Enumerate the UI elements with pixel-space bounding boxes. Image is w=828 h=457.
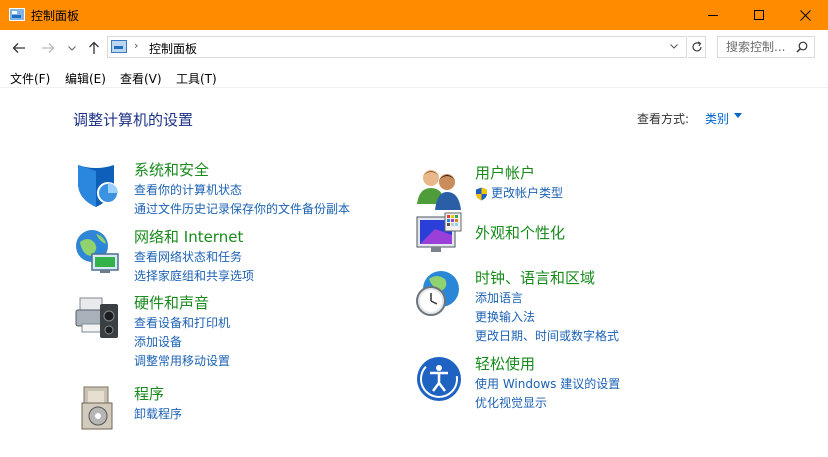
category-title[interactable]: 时钟、语言和区域 — [475, 267, 595, 288]
address-dropdown-button[interactable] — [670, 39, 678, 52]
link-homegroup-sharing[interactable]: 选择家庭组和共享选项 — [134, 267, 254, 286]
minimize-icon — [708, 14, 718, 16]
menu-view[interactable]: 查看(V) — [120, 70, 162, 87]
category-title[interactable]: 外观和个性化 — [475, 222, 565, 243]
chevron-down-icon — [68, 45, 76, 51]
link-add-language[interactable]: 添加语言 — [475, 289, 619, 308]
back-button[interactable] — [9, 39, 29, 57]
programs-icon[interactable] — [74, 385, 122, 433]
search-icon[interactable] — [796, 41, 808, 53]
refresh-icon — [691, 41, 702, 52]
control-panel-content: 调整计算机的设置 查看方式: 类别 系统和安全 查看你的计算机状态 通过文件历史… — [0, 89, 828, 457]
category-title[interactable]: 轻松使用 — [475, 353, 535, 374]
link-change-date-time-format[interactable]: 更改日期、时间或数字格式 — [475, 327, 619, 346]
link-network-status[interactable]: 查看网络状态和任务 — [134, 248, 254, 267]
link-change-input-method[interactable]: 更换输入法 — [475, 308, 619, 327]
view-by-chevron-icon[interactable] — [734, 113, 742, 118]
search-input[interactable] — [718, 37, 796, 57]
category-title[interactable]: 系统和安全 — [134, 159, 209, 180]
chevron-down-icon — [670, 44, 678, 49]
arrow-up-icon — [89, 41, 99, 54]
link-windows-recommended-settings[interactable]: 使用 Windows 建议的设置 — [475, 375, 620, 394]
link-file-history-backup[interactable]: 通过文件历史记录保存你的文件备份副本 — [134, 200, 350, 219]
link-add-device[interactable]: 添加设备 — [134, 333, 230, 352]
link-uninstall-program[interactable]: 卸载程序 — [134, 405, 182, 424]
category-title[interactable]: 硬件和声音 — [134, 292, 209, 313]
forward-button[interactable] — [38, 39, 58, 57]
hardware-sound-icon[interactable] — [74, 294, 122, 342]
window-title: 控制面板 — [31, 9, 80, 23]
user-accounts-icon[interactable] — [415, 164, 463, 212]
system-security-icon[interactable] — [74, 161, 122, 209]
network-icon[interactable] — [74, 228, 122, 276]
arrow-left-icon — [12, 43, 25, 53]
uac-shield-icon — [476, 187, 487, 201]
link-devices-printers[interactable]: 查看设备和打印机 — [134, 314, 230, 333]
ease-of-access-icon[interactable] — [415, 355, 463, 403]
view-by-label: 查看方式: — [637, 112, 690, 126]
menu-bar: 文件(F) 编辑(E) 查看(V) 工具(T) — [0, 66, 828, 88]
menu-tools[interactable]: 工具(T) — [176, 70, 217, 87]
maximize-button[interactable] — [736, 0, 782, 30]
link-change-account-type[interactable]: 更改帐户类型 — [475, 184, 563, 203]
close-icon — [799, 9, 811, 21]
view-by-dropdown[interactable]: 类别 — [705, 110, 729, 127]
category-title[interactable]: 网络和 Internet — [134, 226, 243, 247]
control-panel-icon — [111, 40, 127, 53]
close-button[interactable] — [782, 0, 828, 30]
appearance-icon[interactable] — [415, 211, 463, 259]
menu-file[interactable]: 文件(F) — [10, 70, 50, 87]
address-bar[interactable]: › 控制面板 — [107, 36, 687, 58]
category-title[interactable]: 程序 — [134, 383, 164, 404]
recent-locations-button[interactable] — [66, 39, 78, 57]
breadcrumb-separator-icon: › — [134, 39, 139, 52]
up-button[interactable] — [84, 39, 104, 57]
category-title[interactable]: 用户帐户 — [475, 162, 535, 183]
navigation-bar: › 控制面板 — [0, 30, 828, 66]
link-mobility-settings[interactable]: 调整常用移动设置 — [134, 352, 230, 371]
link-label[interactable]: 更改帐户类型 — [491, 186, 563, 200]
page-title: 调整计算机的设置 — [73, 111, 194, 129]
search-box[interactable] — [717, 36, 815, 58]
refresh-button[interactable] — [688, 36, 706, 58]
control-panel-icon — [9, 8, 25, 21]
arrow-right-icon — [42, 43, 55, 53]
menu-edit[interactable]: 编辑(E) — [65, 70, 106, 87]
maximize-icon — [754, 10, 764, 20]
minimize-button[interactable] — [690, 0, 736, 30]
clock-region-icon[interactable] — [415, 269, 463, 317]
title-bar: 控制面板 — [0, 0, 828, 30]
link-view-computer-status[interactable]: 查看你的计算机状态 — [134, 181, 350, 200]
link-optimize-visual-display[interactable]: 优化视觉显示 — [475, 394, 620, 413]
breadcrumb-control-panel[interactable]: 控制面板 — [149, 40, 197, 57]
